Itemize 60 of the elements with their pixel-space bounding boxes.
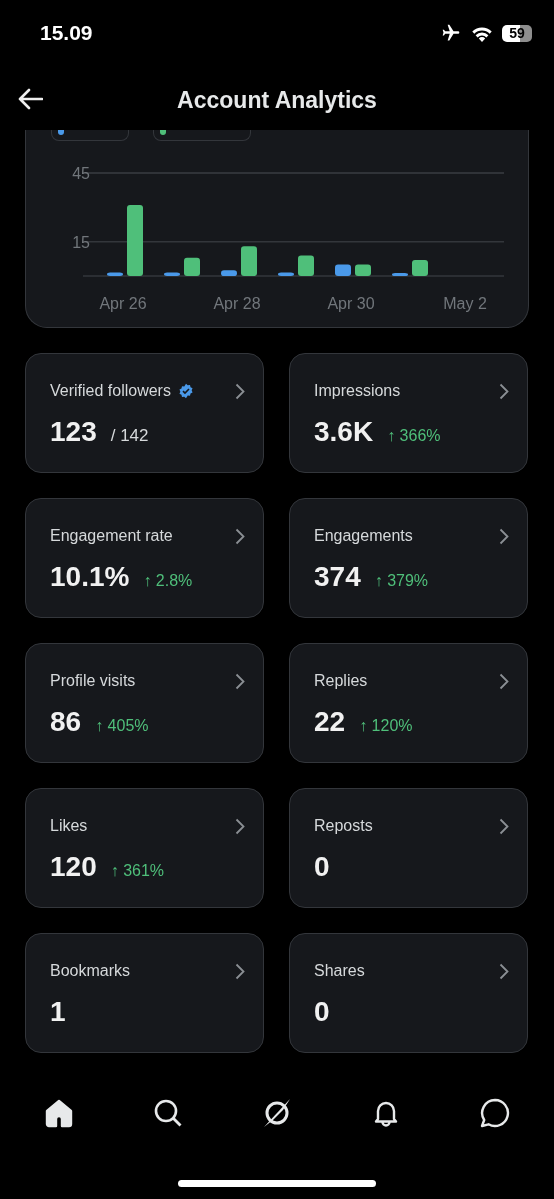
metric-card[interactable]: Replies 22 ↑ 120%: [289, 643, 528, 763]
metric-change: ↑ 379%: [374, 572, 429, 590]
metric-value: 3.6K: [314, 416, 374, 448]
chevron-right-icon: [235, 527, 245, 545]
chevron-right-icon: [235, 382, 245, 400]
y-axis-label: 15: [72, 233, 90, 251]
metric-change: ↑ 366%: [387, 427, 441, 445]
metric-change: ↑ 361%: [110, 862, 165, 880]
back-arrow-icon[interactable]: [17, 88, 43, 110]
chevron-right-icon: [499, 962, 509, 980]
metric-label: Shares: [314, 962, 365, 980]
metric-label: Engagements: [314, 527, 413, 545]
y-axis-label: 45: [72, 165, 90, 182]
airplane-icon: [440, 23, 462, 43]
metric-change: ↑ 120%: [359, 717, 413, 735]
metric-card[interactable]: Bookmarks 1: [25, 933, 264, 1053]
metric-label: Engagement rate: [50, 527, 173, 545]
metric-card[interactable]: Reposts 0: [289, 788, 528, 908]
metric-card[interactable]: Engagements 374 ↑ 379%: [289, 498, 528, 618]
chevron-right-icon: [499, 672, 509, 690]
metric-card[interactable]: Verified followers 123 / 142: [25, 353, 264, 473]
metric-label: Impressions: [314, 382, 401, 400]
metric-value: 120: [50, 851, 97, 883]
chevron-right-icon: [499, 382, 509, 400]
x-axis-label: Apr 26: [99, 295, 147, 312]
metric-value: 10.1%: [50, 561, 130, 593]
battery-icon: 59: [502, 24, 532, 42]
legend-chip[interactable]: [51, 130, 129, 141]
x-axis-label: Apr 28: [213, 295, 261, 312]
metric-label: Verified followers: [50, 382, 171, 400]
chevron-right-icon: [499, 527, 509, 545]
metric-change: ↑ 405%: [95, 717, 149, 735]
metric-value: 374: [314, 561, 361, 593]
x-axis-label: May 2: [443, 295, 487, 312]
metric-value: 0: [314, 996, 330, 1028]
chevron-right-icon: [235, 817, 245, 835]
chevron-right-icon: [235, 962, 245, 980]
metric-card[interactable]: Shares 0: [289, 933, 528, 1053]
metric-card[interactable]: Likes 120 ↑ 361%: [25, 788, 264, 908]
metric-card[interactable]: Profile visits 86 ↑ 405%: [25, 643, 264, 763]
chevron-right-icon: [499, 817, 509, 835]
metric-label: Reposts: [314, 817, 373, 835]
legend-chip[interactable]: [153, 130, 251, 141]
metric-total: / 142: [110, 426, 149, 446]
metric-value: 22: [314, 706, 346, 738]
metric-value: 86: [50, 706, 82, 738]
metric-card[interactable]: Engagement rate 10.1% ↑ 2.8%: [25, 498, 264, 618]
x-axis-label: Apr 30: [327, 295, 375, 312]
metric-value: 123: [50, 416, 97, 448]
metric-label: Profile visits: [50, 672, 136, 690]
metric-card[interactable]: Impressions 3.6K ↑ 366%: [289, 353, 528, 473]
metric-value: 1: [50, 996, 66, 1028]
metric-label: Likes: [50, 817, 88, 835]
status-time: 15.09: [40, 21, 93, 45]
metric-label: Replies: [314, 672, 368, 690]
metric-change: ↑ 2.8%: [143, 572, 193, 590]
metric-value: 0: [314, 851, 330, 883]
chevron-right-icon: [235, 672, 245, 690]
page-title: Account Analytics: [177, 86, 377, 114]
metric-label: Bookmarks: [50, 962, 131, 980]
